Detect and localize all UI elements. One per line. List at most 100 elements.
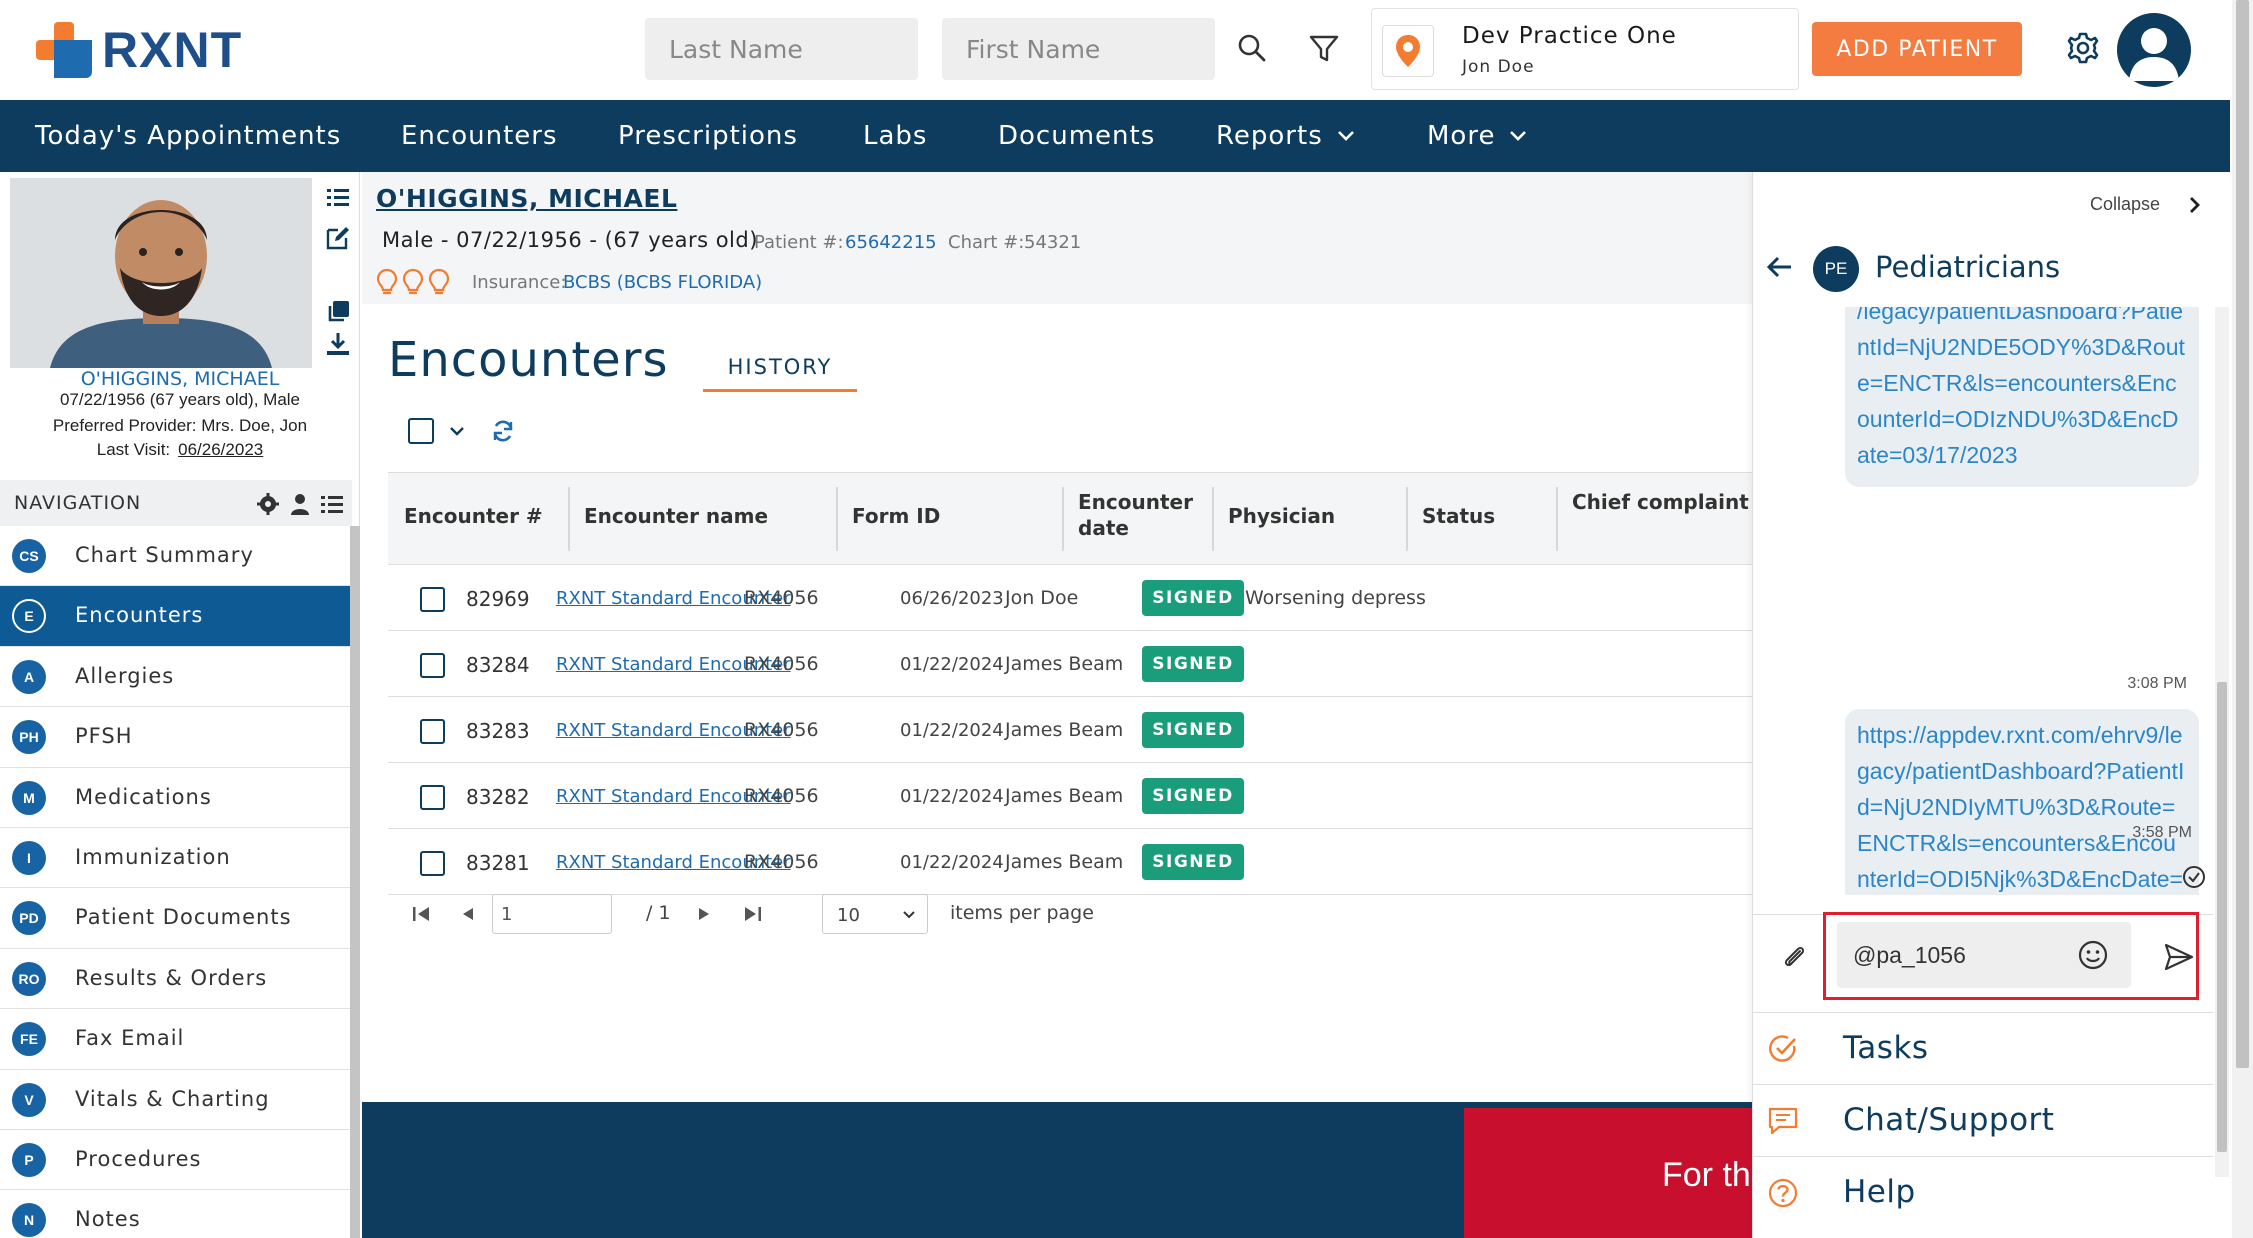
footer-banner[interactable]: For th [1464,1108,1752,1238]
column-header-encounter-name[interactable]: Encounter name [584,503,768,529]
tasks-link[interactable]: Tasks [1753,1012,2213,1084]
select-all-checkbox[interactable] [408,418,434,444]
table-row[interactable]: 83283 RXNT Standard Encounter RX4056 01/22/… [388,697,1752,763]
person-icon[interactable] [288,492,312,516]
sidebar-item-label: Procedures [75,1146,202,1171]
read-check-icon [2181,864,2207,890]
encounter-number: 83284 [466,653,530,677]
sidebar-item-vitals-charting[interactable]: V Vitals & Charting [0,1070,350,1130]
add-patient-button[interactable]: ADD PATIENT [1812,22,2022,76]
row-checkbox[interactable] [420,785,445,810]
sidebar-item-immunization[interactable]: I Immunization [0,828,350,889]
nav-labs[interactable]: Labs [863,100,927,172]
row-checkbox[interactable] [420,851,445,876]
table-row[interactable]: 83281 RXNT Standard Encounter RX4056 01/22/… [388,829,1752,895]
list-icon[interactable] [324,184,352,212]
search-icon[interactable] [1232,28,1272,68]
sidebar-item-notes[interactable]: N Notes [0,1190,350,1238]
alert-bulb-icon[interactable] [376,268,398,296]
list-icon[interactable] [320,492,344,516]
last-name-search-input[interactable] [645,18,918,80]
table-row[interactable]: 83282 RXNT Standard Encounter RX4056 01/22/… [388,763,1752,829]
alert-bulb-icon[interactable] [402,268,424,296]
items-per-page-select[interactable]: 10 [822,894,928,934]
form-id: RX4056 [744,587,819,609]
sidebar-item-results-orders[interactable]: RO Results & Orders [0,949,350,1010]
help-link[interactable]: Help [1753,1156,2213,1228]
form-id: RX4056 [744,719,819,741]
tab-history[interactable]: HISTORY [703,342,857,392]
row-checkbox[interactable] [420,587,445,612]
column-header-encounter-date[interactable]: Encounter date [1078,489,1198,541]
physician: James Beam [1005,653,1124,675]
copy-icon[interactable] [324,298,352,326]
nav-documents[interactable]: Documents [998,100,1155,172]
table-row[interactable]: 82969 RXNT Standard Encounter RX4056 06/26/… [388,565,1752,631]
filter-icon[interactable] [1304,28,1344,68]
sidebar-item-pfsh[interactable]: PH PFSH [0,707,350,768]
emoji-icon[interactable] [2077,939,2109,971]
sidebar-item-patient-documents[interactable]: PD Patient Documents [0,888,350,949]
sidebar-item-procedures[interactable]: P Procedures [0,1130,350,1191]
message-timestamp: 3:58 PM [2132,824,2192,841]
first-page-icon[interactable] [408,900,436,928]
chat-support-link[interactable]: Chat/Support [1753,1084,2213,1156]
sidebar-item-encounters[interactable]: E Encounters [0,586,350,647]
alert-bulb-icon[interactable] [428,268,450,296]
last-visit-date[interactable]: 06/26/2023 [178,440,263,459]
message-bubble[interactable]: /legacy/patientDashboard?PatientId=NjU2N… [1845,307,2199,487]
gear-icon[interactable] [256,492,280,516]
nav-label: More [1427,121,1496,151]
nav-prescriptions[interactable]: Prescriptions [618,100,798,172]
column-header-encounter-num[interactable]: Encounter # [404,503,543,529]
last-visit-label: Last Visit: [96,440,171,459]
collapse-button[interactable]: Collapse [2090,194,2160,215]
message-bubble[interactable]: https://appdev.rxnt.com/ehrv9/legacy/pat… [1845,709,2199,895]
column-header-chief-complaint[interactable]: Chief complaint [1572,489,1749,515]
back-arrow-icon[interactable] [1763,250,1797,284]
row-checkbox[interactable] [420,719,445,744]
encounter-number: 83281 [466,851,530,875]
encounter-number: 83282 [466,785,530,809]
last-page-icon[interactable] [738,900,766,928]
column-header-status[interactable]: Status [1422,503,1495,529]
nav-label: Today's Appointments [35,121,342,151]
practice-selector[interactable]: Dev Practice One Jon Doe [1371,8,1799,90]
nav-todays-appointments[interactable]: Today's Appointments [35,100,341,172]
chat-scrollbar[interactable] [2215,307,2229,1177]
patient-name-link[interactable]: O'HIGGINS, MICHAEL [0,368,360,390]
sidebar-item-allergies[interactable]: A Allergies [0,647,350,708]
rxnt-logo[interactable]: RXNT [36,20,242,80]
edit-icon[interactable] [324,224,352,252]
patient-name-link[interactable]: O'HIGGINS, MICHAEL [376,184,677,213]
chevron-right-icon[interactable] [2183,194,2205,216]
table-row[interactable]: 83284 RXNT Standard Encounter RX4056 01/22/… [388,631,1752,697]
send-icon[interactable] [2163,942,2195,972]
paperclip-icon[interactable] [1779,942,1809,972]
navigation-title: NAVIGATION [14,492,142,514]
nav-reports[interactable]: Reports [1216,100,1355,172]
column-header-form-id[interactable]: Form ID [852,503,940,529]
insurance-value[interactable]: BCBS (BCBS FLORIDA) [563,272,762,293]
row-checkbox[interactable] [420,653,445,678]
download-icon[interactable] [324,330,352,358]
gear-icon[interactable] [2063,28,2103,68]
next-page-icon[interactable] [690,900,718,928]
page-number-input[interactable] [492,894,612,934]
first-name-search-input[interactable] [942,18,1215,80]
page-scrollbar[interactable] [2232,0,2253,1238]
last-visit: Last Visit: 06/26/2023 [0,440,360,460]
physician: James Beam [1005,785,1124,807]
refresh-icon[interactable] [490,418,516,444]
patient-number[interactable]: 65642215 [845,232,937,253]
nav-more[interactable]: More [1427,100,1527,172]
sidebar-item-medications[interactable]: M Medications [0,768,350,828]
prev-page-icon[interactable] [454,900,482,928]
column-header-physician[interactable]: Physician [1228,503,1335,529]
user-avatar-icon[interactable] [2117,13,2191,87]
chevron-down-icon[interactable] [446,420,468,442]
nav-encounters[interactable]: Encounters [401,100,558,172]
sidebar-item-chart-summary[interactable]: CS Chart Summary [0,526,350,587]
sidebar-item-fax-email[interactable]: FE Fax Email [0,1009,350,1070]
sidebar-scrollbar[interactable] [350,526,360,1238]
